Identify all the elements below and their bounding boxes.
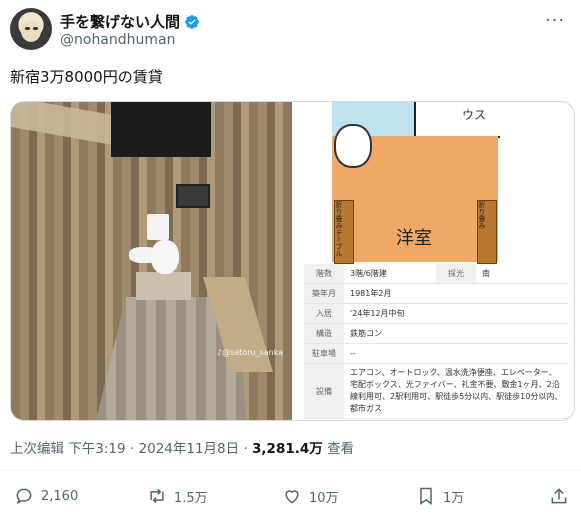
heart-icon	[285, 490, 299, 504]
info-row: 築年月 1981年2月	[304, 284, 569, 304]
media-container[interactable]: ♪@satoru_sanka ウス 折り畳みテーブル 折り畳み 洋室 階数 3階…	[10, 101, 575, 421]
info-row: 階数 3階/6階建 採光 南	[304, 264, 569, 284]
tweet-text: 新宿3万8000円の賃貸	[10, 68, 163, 86]
edited-label[interactable]: 上次编辑	[10, 441, 64, 457]
divider	[0, 470, 581, 471]
repost-icon	[150, 488, 164, 504]
tweet-meta: 上次编辑 下午3:19 · 2024年11月8日 · 3,281.4万 查看	[10, 441, 355, 457]
share-button[interactable]	[549, 486, 569, 506]
room-photo[interactable]: ♪@satoru_sanka	[11, 102, 292, 420]
toilet	[151, 240, 179, 274]
info-row: 駐車場 --	[304, 344, 569, 364]
repost-button[interactable]: 1.5万	[147, 486, 208, 506]
watermark: ♪@satoru_sanka	[217, 348, 284, 357]
repost-count: 1.5万	[174, 490, 208, 506]
bookmark-count: 1万	[443, 490, 465, 506]
info-row: 構造 鉄筋コン	[304, 324, 569, 344]
like-count: 10万	[309, 490, 339, 506]
author-handle[interactable]: @nohandhuman	[60, 32, 176, 48]
views-label: 查看	[327, 441, 355, 457]
post-date[interactable]: 2024年11月8日	[139, 441, 240, 457]
more-options-button[interactable]: ···	[543, 12, 567, 32]
avatar[interactable]	[10, 8, 52, 50]
toilet-icon	[334, 124, 372, 168]
room-label: 洋室	[396, 228, 432, 249]
info-row: 設備 エアコン、オートロック、温水洗浄便座、エレベーター、宅配ボックス、光ファイ…	[304, 364, 569, 419]
author-name-row[interactable]: 手を繋げない人間	[60, 11, 200, 32]
bookmark-icon	[420, 487, 432, 505]
view-count: 3,281.4万	[252, 441, 323, 457]
reply-icon	[16, 488, 32, 505]
closet-right-label: 折り畳み	[478, 201, 486, 229]
property-info-table: 階数 3階/6階建 採光 南 築年月 1981年2月 入居 '24年12月中旬 …	[304, 264, 569, 419]
verified-badge-icon	[185, 14, 199, 29]
floorplan-top-label: ウス	[462, 108, 487, 122]
closet-left-label: 折り畳みテーブル	[335, 201, 343, 257]
bookmark-button[interactable]: 1万	[416, 486, 464, 506]
info-row: 入居 '24年12月中旬	[304, 304, 569, 324]
reply-button[interactable]: 2,160	[14, 486, 78, 506]
reply-count: 2,160	[41, 488, 79, 504]
floorplan-image[interactable]: ウス 折り畳みテーブル 折り畳み 洋室 階数 3階/6階建 採光 南 築年月 1…	[294, 102, 574, 420]
share-icon	[551, 488, 567, 504]
window	[176, 184, 210, 208]
post-time[interactable]: 下午3:19	[68, 441, 125, 457]
like-button[interactable]: 10万	[282, 486, 339, 506]
author-display-name[interactable]: 手を繋げない人間	[60, 11, 180, 32]
